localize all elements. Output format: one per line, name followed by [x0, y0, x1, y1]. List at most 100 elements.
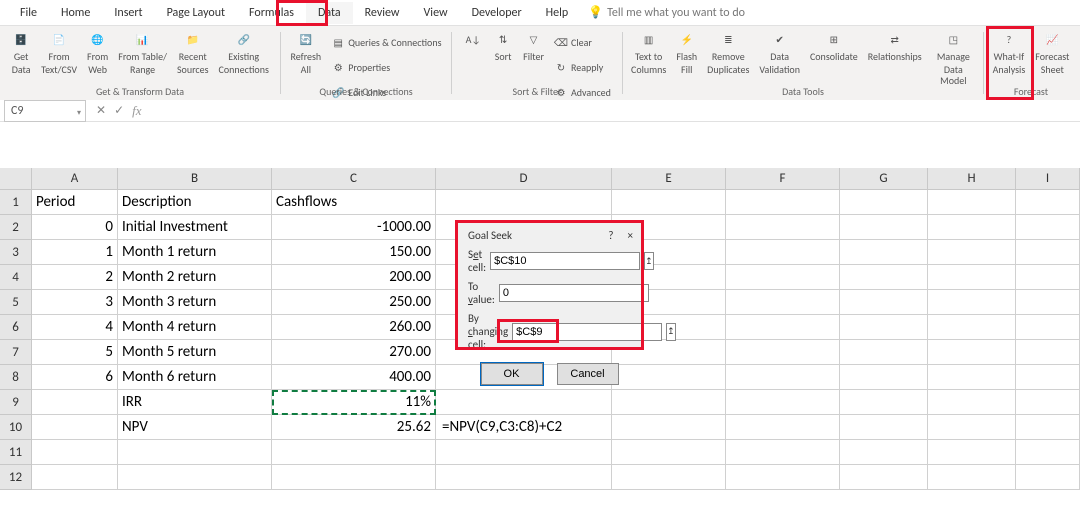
- tab-review[interactable]: Review: [353, 2, 412, 24]
- cell-A10[interactable]: [32, 415, 118, 440]
- cell-A7[interactable]: 5: [32, 340, 118, 365]
- cell-A6[interactable]: 4: [32, 315, 118, 340]
- data-validation-button[interactable]: ✔DataValidation: [755, 28, 804, 89]
- clear-filter-button[interactable]: ⌫Clear: [554, 30, 611, 55]
- cell-B9[interactable]: IRR: [118, 390, 272, 415]
- remove-duplicates-button[interactable]: ≣RemoveDuplicates: [703, 28, 753, 89]
- cell-A5[interactable]: 3: [32, 290, 118, 315]
- tab-formulas[interactable]: Formulas: [237, 2, 306, 24]
- cell-C6[interactable]: 260.00: [272, 315, 436, 340]
- tab-file[interactable]: File: [8, 2, 49, 24]
- col-header-F[interactable]: F: [726, 168, 840, 190]
- set-cell-ref-button[interactable]: ↥: [644, 252, 654, 270]
- row-header-2[interactable]: 2: [0, 215, 32, 240]
- cell-B10[interactable]: NPV: [118, 415, 272, 440]
- what-if-analysis-button[interactable]: ?What-IfAnalysis: [989, 28, 1030, 77]
- cell-A8[interactable]: 6: [32, 365, 118, 390]
- row-header-10[interactable]: 10: [0, 415, 32, 440]
- col-header-E[interactable]: E: [612, 168, 726, 190]
- select-all-corner[interactable]: [0, 168, 32, 190]
- by-changing-input[interactable]: [512, 323, 662, 341]
- cell-B6[interactable]: Month 4 return: [118, 315, 272, 340]
- row-header-5[interactable]: 5: [0, 290, 32, 315]
- by-changing-ref-button[interactable]: ↥: [666, 323, 676, 341]
- ok-button[interactable]: OK: [481, 363, 543, 385]
- col-header-B[interactable]: B: [118, 168, 272, 190]
- row-header-9[interactable]: 9: [0, 390, 32, 415]
- tab-home[interactable]: Home: [49, 2, 102, 24]
- tab-insert[interactable]: Insert: [102, 2, 154, 24]
- col-header-D[interactable]: D: [436, 168, 612, 190]
- dialog-close-button[interactable]: ×: [628, 229, 633, 242]
- cell-C4[interactable]: 200.00: [272, 265, 436, 290]
- recent-sources-button[interactable]: 📁RecentSources: [173, 28, 213, 77]
- refresh-all-button[interactable]: 🔄RefreshAll: [287, 28, 326, 77]
- cell-B2[interactable]: Initial Investment: [118, 215, 272, 240]
- cancel-icon[interactable]: ✕: [96, 103, 106, 118]
- col-header-C[interactable]: C: [272, 168, 436, 190]
- cell-C1[interactable]: Cashflows: [272, 190, 436, 215]
- tab-view[interactable]: View: [412, 2, 460, 24]
- col-header-H[interactable]: H: [928, 168, 1016, 190]
- text-to-columns-button[interactable]: ▥Text toColumns: [627, 28, 670, 89]
- cell-A9[interactable]: [32, 390, 118, 415]
- sort-az-button[interactable]: A↓: [459, 28, 487, 52]
- dialog-help-button[interactable]: ?: [608, 229, 613, 242]
- cell-B7[interactable]: Month 5 return: [118, 340, 272, 365]
- cell-D1[interactable]: [436, 190, 612, 215]
- cancel-button[interactable]: Cancel: [557, 363, 619, 385]
- cell-C10[interactable]: 25.62: [272, 415, 436, 440]
- col-header-A[interactable]: A: [32, 168, 118, 190]
- row-header-12[interactable]: 12: [0, 465, 32, 490]
- to-value-input[interactable]: [499, 284, 649, 302]
- cell-C9[interactable]: 11%: [272, 390, 436, 415]
- cell-B3[interactable]: Month 1 return: [118, 240, 272, 265]
- cell-C3[interactable]: 150.00: [272, 240, 436, 265]
- cell-B4[interactable]: Month 2 return: [118, 265, 272, 290]
- tab-data[interactable]: Data: [306, 2, 353, 24]
- cell-A2[interactable]: 0: [32, 215, 118, 240]
- fx-icon[interactable]: fx: [132, 103, 141, 119]
- cell-B5[interactable]: Month 3 return: [118, 290, 272, 315]
- cell-A1[interactable]: Period: [32, 190, 118, 215]
- get-data-button[interactable]: 🗄️GetData: [7, 28, 35, 77]
- row-header-8[interactable]: 8: [0, 365, 32, 390]
- tab-help[interactable]: Help: [534, 2, 581, 24]
- row-header-11[interactable]: 11: [0, 440, 32, 465]
- row-header-6[interactable]: 6: [0, 315, 32, 340]
- data-model-button[interactable]: ◳ManageData Model: [928, 28, 979, 89]
- name-box[interactable]: C9: [4, 100, 86, 122]
- cell-C5[interactable]: 250.00: [272, 290, 436, 315]
- enter-icon[interactable]: ✓: [114, 103, 124, 118]
- col-header-G[interactable]: G: [840, 168, 928, 190]
- cell-A4[interactable]: 2: [32, 265, 118, 290]
- queries-connections-button[interactable]: ▤Queries & Connections: [331, 30, 441, 55]
- from-table-button[interactable]: 📊From Table/Range: [114, 28, 171, 77]
- forecast-sheet-button[interactable]: 📈ForecastSheet: [1031, 28, 1073, 77]
- col-header-I[interactable]: I: [1016, 168, 1080, 190]
- row-header-4[interactable]: 4: [0, 265, 32, 290]
- row-header-3[interactable]: 3: [0, 240, 32, 265]
- set-cell-input[interactable]: [490, 252, 640, 270]
- from-web-button[interactable]: 🌐FromWeb: [83, 28, 112, 77]
- row-header-1[interactable]: 1: [0, 190, 32, 215]
- consolidate-button[interactable]: ⊞Consolidate: [806, 28, 862, 89]
- sort-button[interactable]: ⇅Sort: [489, 28, 517, 65]
- existing-conn-button[interactable]: 🔗ExistingConnections: [215, 28, 273, 77]
- cell-C2[interactable]: -1000.00: [272, 215, 436, 240]
- filter-button[interactable]: ▽Filter: [519, 28, 548, 65]
- cell-B1[interactable]: Description: [118, 190, 272, 215]
- tab-developer[interactable]: Developer: [460, 2, 534, 24]
- cell-A3[interactable]: 1: [32, 240, 118, 265]
- cell-C7[interactable]: 270.00: [272, 340, 436, 365]
- reapply-button[interactable]: ↻Reapply: [554, 55, 611, 80]
- properties-button[interactable]: ⚙Properties: [331, 55, 441, 80]
- tell-me-search[interactable]: 💡 Tell me what you want to do: [588, 5, 745, 20]
- tab-page-layout[interactable]: Page Layout: [155, 2, 237, 24]
- cell-C8[interactable]: 400.00: [272, 365, 436, 390]
- cell-B8[interactable]: Month 6 return: [118, 365, 272, 390]
- flash-fill-button[interactable]: ⚡FlashFill: [672, 28, 701, 89]
- advanced-filter-button[interactable]: ⚙Advanced: [554, 80, 611, 105]
- from-textcsv-button[interactable]: 📄FromText/CSV: [37, 28, 81, 77]
- relationships-button[interactable]: ⇄Relationships: [864, 28, 926, 89]
